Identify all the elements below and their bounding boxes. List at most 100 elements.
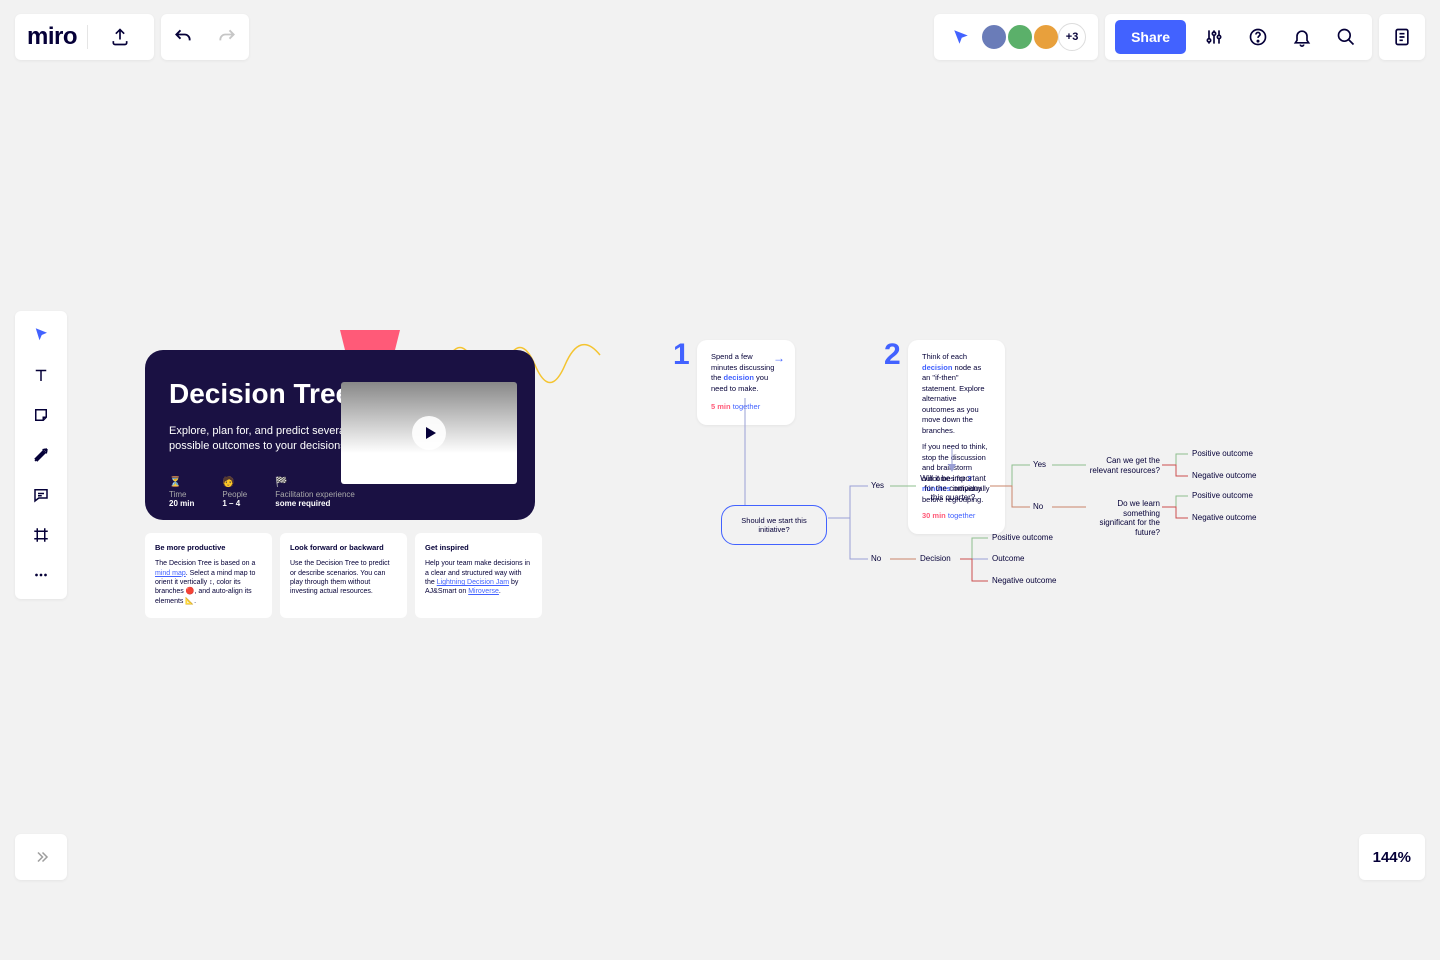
- avatar-1[interactable]: [980, 23, 1008, 51]
- lightning-link[interactable]: Lightning Decision Jam: [437, 579, 509, 586]
- comment-icon: [32, 486, 50, 504]
- negative-outcome[interactable]: Negative outcome: [1192, 513, 1256, 523]
- yes-label[interactable]: Yes: [871, 481, 884, 491]
- step-highlight: decision: [922, 363, 952, 372]
- step-number: 2: [884, 334, 901, 376]
- avatar-3[interactable]: [1032, 23, 1060, 51]
- positive-outcome[interactable]: Positive outcome: [992, 533, 1053, 543]
- more-tools[interactable]: [15, 555, 67, 595]
- hero-card[interactable]: Decision Tree Explore, plan for, and pre…: [145, 350, 535, 520]
- step-time: 30 min: [922, 511, 946, 520]
- step-text: Think of each: [922, 352, 967, 361]
- cursor-follow-button[interactable]: [946, 14, 976, 60]
- zoom-level[interactable]: 144%: [1359, 834, 1425, 880]
- negative-outcome[interactable]: Negative outcome: [1192, 471, 1256, 481]
- no-label[interactable]: No: [1033, 502, 1043, 512]
- step-text: node as an "if-then" statement. Explore …: [922, 363, 985, 435]
- positive-outcome[interactable]: Positive outcome: [1192, 449, 1253, 459]
- step-time: 5 min: [711, 402, 731, 411]
- comment-tool[interactable]: [15, 475, 67, 515]
- step-together: together: [948, 511, 976, 520]
- negative-outcome[interactable]: Negative outcome: [992, 576, 1056, 586]
- sticky-tool[interactable]: [15, 395, 67, 435]
- facilitation-label: Facilitation experience: [275, 490, 355, 499]
- redo-button[interactable]: [205, 14, 249, 60]
- arrow-tool[interactable]: [15, 435, 67, 475]
- root-question[interactable]: Should we start this initiative?: [721, 505, 827, 545]
- positive-outcome[interactable]: Positive outcome: [1192, 491, 1253, 501]
- divider: [87, 25, 88, 49]
- notes-icon: [1392, 27, 1412, 47]
- search-icon: [1336, 27, 1356, 47]
- cursor-icon: [952, 28, 970, 46]
- redo-icon: [217, 27, 237, 47]
- tip-body: Use the Decision Tree to predict or desc…: [290, 560, 390, 595]
- app-logo[interactable]: miro: [27, 23, 77, 51]
- help-icon: [1248, 27, 1268, 47]
- text-icon: [32, 366, 50, 384]
- collab-panel: +3: [934, 14, 1098, 60]
- importance-question[interactable]: Will it be important for the company thi…: [918, 474, 988, 503]
- step-number: 1: [673, 334, 690, 376]
- tip-title: Get inspired: [425, 543, 532, 553]
- time-value: 20 min: [169, 499, 194, 508]
- arrow-right-icon: →: [773, 350, 785, 367]
- people-label: People: [222, 490, 247, 499]
- sliders-icon: [1204, 27, 1224, 47]
- avatar-2[interactable]: [1006, 23, 1034, 51]
- undo-icon: [173, 27, 193, 47]
- arrow-icon: [32, 446, 50, 464]
- text-tool[interactable]: [15, 355, 67, 395]
- undo-button[interactable]: [161, 14, 205, 60]
- logo-panel: miro: [15, 14, 154, 60]
- step-highlight: decision: [724, 373, 754, 382]
- expand-button[interactable]: [15, 834, 67, 880]
- left-toolbar: [15, 311, 67, 599]
- step-together: together: [733, 402, 761, 411]
- tip-body: The Decision Tree is based on a: [155, 560, 255, 567]
- export-button[interactable]: [98, 14, 142, 60]
- search-button[interactable]: [1324, 14, 1368, 60]
- miroverse-link[interactable]: Miroverse: [468, 588, 499, 595]
- export-icon: [110, 27, 130, 47]
- frame-icon: [32, 526, 50, 544]
- resources-question[interactable]: Can we get the relevant resources?: [1088, 456, 1160, 475]
- no-label[interactable]: No: [871, 554, 881, 564]
- bell-icon: [1292, 27, 1312, 47]
- yes-label[interactable]: Yes: [1033, 460, 1046, 470]
- tip-card-look[interactable]: Look forward or backward Use the Decisio…: [280, 533, 407, 618]
- tip-card-productive[interactable]: Be more productive The Decision Tree is …: [145, 533, 272, 618]
- outcome-node[interactable]: Outcome: [992, 554, 1024, 564]
- notes-button[interactable]: [1379, 14, 1425, 60]
- chevron-right-icon: [32, 848, 50, 866]
- share-button[interactable]: Share: [1115, 20, 1186, 54]
- right-tools-panel: Share: [1105, 14, 1372, 60]
- time-icon: ⏳: [169, 477, 194, 488]
- learn-question[interactable]: Do we learn something significant for th…: [1088, 499, 1160, 537]
- select-tool[interactable]: [15, 315, 67, 355]
- hero-subtitle: Explore, plan for, and predict several p…: [169, 424, 349, 455]
- time-label: Time: [169, 490, 186, 499]
- step-2-card[interactable]: 2 Think of each decision node as an "if-…: [908, 340, 1005, 534]
- step-1-card[interactable]: 1 → Spend a few minutes discussing the d…: [697, 340, 795, 425]
- sticky-icon: [32, 406, 50, 424]
- settings-button[interactable]: [1192, 14, 1236, 60]
- tip-card-inspired[interactable]: Get inspired Help your team make decisio…: [415, 533, 542, 618]
- tip-body: .: [499, 588, 501, 595]
- help-button[interactable]: [1236, 14, 1280, 60]
- play-icon: [412, 416, 446, 450]
- mindmap-link[interactable]: mind map: [155, 570, 186, 577]
- people-icon: 🧑: [222, 477, 247, 488]
- people-value: 1 – 4: [222, 499, 240, 508]
- hero-video-thumbnail[interactable]: [341, 382, 517, 484]
- more-icon: [32, 566, 50, 584]
- tip-title: Be more productive: [155, 543, 262, 553]
- frame-tool[interactable]: [15, 515, 67, 555]
- avatar-more[interactable]: +3: [1058, 23, 1086, 51]
- tip-title: Look forward or backward: [290, 543, 397, 553]
- facilitation-value: some required: [275, 499, 330, 508]
- notifications-button[interactable]: [1280, 14, 1324, 60]
- history-panel: [161, 14, 249, 60]
- cursor-icon: [32, 326, 50, 344]
- decision-node[interactable]: Decision: [920, 554, 951, 564]
